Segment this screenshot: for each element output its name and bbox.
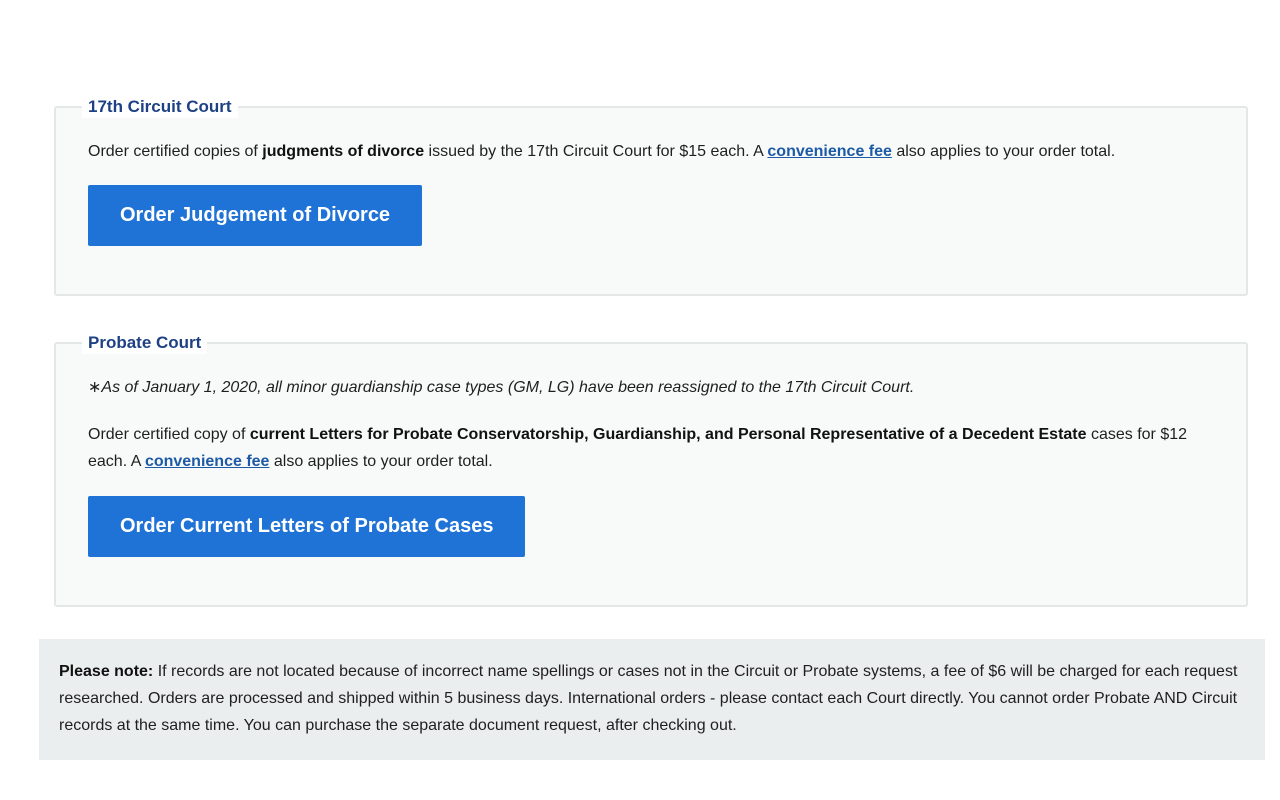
circuit-court-heading: 17th Circuit Court [82, 96, 238, 118]
order-current-letters-of-probate-button[interactable]: Order Current Letters of Probate Cases [88, 496, 526, 557]
circuit-court-section: 17th Circuit Court Order certified copie… [54, 96, 1248, 296]
circuit-text-after: also applies to your order total. [891, 143, 1116, 160]
probate-court-heading: Probate Court [82, 332, 208, 354]
circuit-convenience-fee-link[interactable]: convenience fee [767, 143, 892, 160]
circuit-text-before: Order certified copies of [88, 143, 263, 160]
probate-notice: ∗As of January 1, 2020, all minor guardi… [88, 374, 1218, 401]
please-note-label: Please note: [59, 663, 154, 680]
order-judgement-of-divorce-button[interactable]: Order Judgement of Divorce [88, 185, 423, 246]
probate-text-before: Order certified copy of [88, 426, 250, 443]
circuit-text-bold: judgments of divorce [262, 143, 425, 160]
probate-court-section: Probate Court ∗As of January 1, 2020, al… [54, 332, 1248, 607]
probate-court-description: Order certified copy of current Letters … [88, 421, 1218, 475]
circuit-text-middle: issued by the 17th Circuit Court for $15… [424, 143, 768, 160]
circuit-court-description: Order certified copies of judgments of d… [88, 138, 1218, 165]
probate-notice-text: ∗As of January 1, 2020, all minor guardi… [88, 379, 915, 396]
probate-text-bold: current Letters for Probate Conservators… [249, 426, 1087, 443]
please-note-box: Please note: If records are not located … [39, 639, 1265, 760]
probate-convenience-fee-link[interactable]: convenience fee [145, 453, 270, 470]
probate-text-after: also applies to your order total. [269, 453, 493, 470]
please-note-text: If records are not located because of in… [59, 663, 1238, 734]
